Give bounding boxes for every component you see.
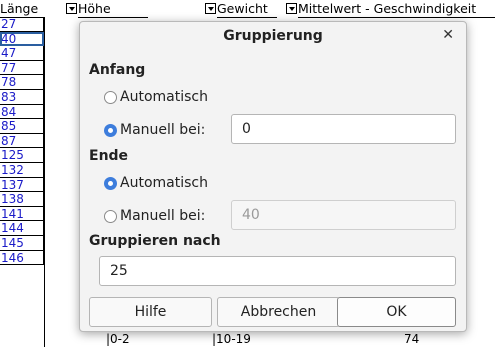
dialog-title: Gruppierung	[223, 28, 323, 44]
row-label[interactable]: 137	[0, 177, 44, 193]
radio-unchecked-icon	[104, 209, 117, 223]
start-value-input[interactable]: 0	[231, 114, 456, 144]
row-label[interactable]: 125	[0, 148, 44, 163]
group-by-input[interactable]: 25	[99, 256, 456, 286]
cancel-button[interactable]: Abbrechen	[217, 297, 340, 327]
end-value-input[interactable]: 40	[231, 200, 456, 230]
radio-checked-icon	[104, 123, 117, 137]
row-label[interactable]: 85	[0, 119, 44, 134]
cell-hoehe-last[interactable]: |0-2	[106, 332, 130, 347]
column-header-gewicht[interactable]: Gewicht	[217, 0, 277, 18]
row-label[interactable]: 83	[0, 90, 44, 105]
radio-label: Manuell bei:	[120, 122, 206, 138]
column-header-laenge[interactable]: Länge	[0, 0, 44, 18]
dialog-titlebar[interactable]: Gruppierung ✕	[80, 22, 466, 52]
row-label[interactable]: 47	[0, 46, 44, 61]
group-by-heading: Gruppieren nach	[89, 233, 221, 249]
ok-button[interactable]: OK	[337, 297, 456, 327]
cell-text: 10-19	[216, 332, 251, 346]
row-label-selected[interactable]: 40	[0, 31, 44, 47]
radio-unchecked-icon	[104, 90, 117, 104]
cell-text: 0-2	[110, 332, 130, 346]
radio-label: Manuell bei:	[120, 208, 206, 224]
row-label[interactable]: 138	[0, 192, 44, 207]
column-divider	[44, 17, 45, 347]
cell-mittelwert-last[interactable]: 74	[404, 332, 419, 347]
row-label[interactable]: 84	[0, 104, 44, 120]
radio-checked-icon	[104, 176, 117, 190]
column-header-hoehe[interactable]: Höhe	[78, 0, 148, 18]
close-icon[interactable]: ✕	[442, 27, 454, 43]
start-automatic-radio[interactable]: Automatisch	[104, 89, 208, 105]
row-label[interactable]: 132	[0, 163, 44, 178]
column-header-mittelwert[interactable]: Mittelwert - Geschwindigkeit	[298, 0, 495, 18]
row-label[interactable]: 146	[0, 250, 44, 266]
grouping-dialog: Gruppierung ✕ Anfang Automatisch Manuell…	[79, 21, 467, 332]
cell-gewicht-last[interactable]: |10-19	[212, 332, 251, 347]
radio-label: Automatisch	[120, 89, 208, 105]
row-label[interactable]: 27	[0, 17, 44, 32]
row-label[interactable]: 141	[0, 206, 44, 222]
end-automatic-radio[interactable]: Automatisch	[104, 175, 208, 191]
row-label[interactable]: 78	[0, 75, 44, 90]
filter-dropdown-icon[interactable]	[205, 3, 216, 14]
filter-dropdown-icon[interactable]	[286, 3, 297, 14]
radio-label: Automatisch	[120, 175, 208, 191]
end-heading: Ende	[89, 148, 129, 164]
start-heading: Anfang	[89, 62, 146, 78]
row-label[interactable]: 77	[0, 60, 44, 76]
row-label[interactable]: 144	[0, 221, 44, 236]
help-button[interactable]: Hilfe	[89, 297, 212, 327]
start-manual-radio[interactable]: Manuell bei:	[104, 122, 205, 138]
row-label[interactable]: 87	[0, 133, 44, 149]
end-manual-radio[interactable]: Manuell bei:	[104, 208, 205, 224]
row-label[interactable]: 145	[0, 236, 44, 251]
filter-dropdown-icon[interactable]	[66, 3, 77, 14]
